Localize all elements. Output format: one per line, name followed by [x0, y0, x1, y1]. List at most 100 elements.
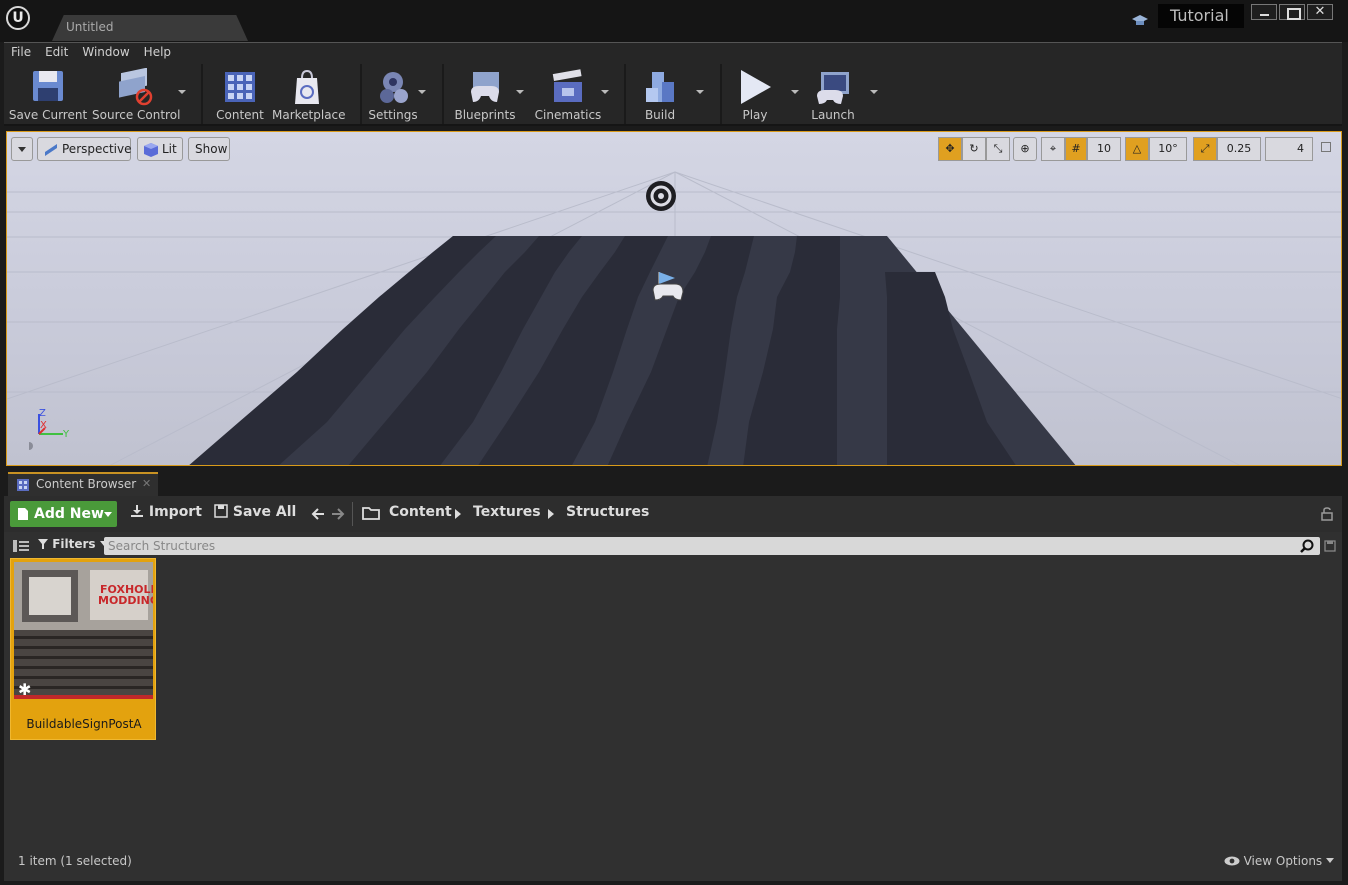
grid-snap-icon[interactable]: # [1065, 137, 1087, 161]
chevron-down-icon [104, 512, 112, 517]
new-file-icon [18, 508, 28, 520]
source-control-button[interactable]: Source Control [92, 66, 180, 124]
launch-label: Launch [811, 108, 855, 122]
settings-button[interactable]: Settings [368, 66, 418, 124]
minimize-button[interactable] [1251, 4, 1277, 20]
filters-label: Filters [52, 537, 96, 551]
item-count-status: 1 item (1 selected) [18, 854, 132, 868]
menu-file[interactable]: File [4, 43, 38, 62]
viewport-scene [7, 171, 1341, 465]
play-button[interactable]: Play [732, 66, 778, 124]
content-browser-panel: Add New Import Save All Content Textures… [4, 496, 1342, 881]
toolbar-separator [720, 64, 722, 124]
perspective-button[interactable]: Perspective [37, 137, 132, 161]
maximize-button[interactable] [1279, 4, 1305, 20]
save-current-button[interactable]: Save Current [8, 66, 88, 124]
settings-dropdown-icon[interactable] [418, 90, 426, 94]
content-grid-icon [225, 72, 255, 102]
source-control-icon [119, 68, 153, 106]
breadcrumb-structures[interactable]: Structures [566, 504, 649, 520]
toolbar-separator [624, 64, 626, 124]
marketplace-label: Marketplace [272, 108, 346, 122]
filter-funnel-icon [38, 539, 48, 549]
marketplace-button[interactable]: Marketplace [272, 66, 346, 124]
search-placeholder: Search Structures [108, 539, 216, 553]
play-icon [741, 70, 771, 104]
asset-name: BuildableSignPostA [26, 717, 142, 731]
camera-speed-value[interactable]: 4 [1265, 137, 1313, 161]
breadcrumb-separator-icon[interactable] [548, 509, 554, 519]
scale-snap-value[interactable]: 0.25 [1217, 137, 1261, 161]
launch-button[interactable]: Launch [808, 66, 858, 124]
save-all-button[interactable]: Save All [214, 504, 296, 520]
blueprints-dropdown-icon[interactable] [516, 90, 524, 94]
forward-arrow-icon[interactable] [330, 507, 346, 521]
chevron-down-icon [1326, 858, 1334, 863]
viewport-options-button[interactable] [11, 137, 33, 161]
settings-label: Settings [368, 108, 418, 122]
launch-dropdown-icon[interactable] [870, 90, 878, 94]
menu-bar: File Edit Window Help [4, 42, 1342, 62]
build-label: Build [644, 108, 676, 122]
source-control-dropdown-icon[interactable] [178, 90, 186, 94]
breadcrumb-textures[interactable]: Textures [473, 504, 541, 520]
search-icon[interactable] [1300, 539, 1314, 553]
menu-window[interactable]: Window [75, 43, 136, 62]
cinematics-button[interactable]: Cinematics [534, 66, 602, 124]
blueprints-button[interactable]: Blueprints [452, 66, 518, 124]
asset-thumbnail: FOXHOLE MODDING ✱ [14, 562, 153, 699]
content-button[interactable]: Content [212, 66, 268, 124]
content-browser-icon [17, 479, 29, 491]
add-new-button[interactable]: Add New [10, 501, 117, 527]
search-input[interactable]: Search Structures [104, 537, 1320, 555]
menu-help[interactable]: Help [137, 43, 178, 62]
lit-cube-icon [144, 143, 158, 157]
rotate-tool-icon[interactable]: ↻ [962, 137, 986, 161]
coordinate-space: ⊕ [1013, 137, 1037, 161]
unreal-logo-icon[interactable]: U [6, 6, 30, 30]
save-all-label: Save All [232, 504, 297, 520]
view-options-button[interactable]: View Options [1224, 854, 1334, 868]
breadcrumb-separator-icon[interactable] [455, 509, 461, 519]
breadcrumb-content[interactable]: Content [389, 504, 452, 520]
thumbnail-text-line-2: MODDING [98, 594, 153, 607]
close-button[interactable]: ✕ [1307, 4, 1333, 20]
sources-panel-icon[interactable] [12, 539, 30, 553]
rotation-snap-group: △ 10° [1125, 137, 1187, 161]
view-options-label: View Options [1243, 854, 1323, 868]
asset-tile[interactable]: FOXHOLE MODDING ✱ BuildableSignPostA [10, 558, 156, 740]
save-search-icon[interactable] [1324, 540, 1336, 552]
build-dropdown-icon[interactable] [696, 90, 704, 94]
level-viewport[interactable]: Perspective Lit Show ✥ ↻ ⤡ ⊕ ⌖ # 10 △ 10… [6, 131, 1342, 466]
scale-snap-icon[interactable]: ⤢ [1193, 137, 1217, 161]
surface-snap-icon[interactable]: ⌖ [1041, 137, 1065, 161]
scale-tool-icon[interactable]: ⤡ [986, 137, 1010, 161]
rotation-snap-value[interactable]: 10° [1149, 137, 1187, 161]
main-toolbar: Save Current Source Control Content Mark… [4, 62, 1342, 126]
axis-indicator: Z X Y [25, 404, 79, 464]
close-tab-icon[interactable]: ✕ [142, 477, 151, 490]
play-dropdown-icon[interactable] [791, 90, 799, 94]
maximize-viewport-icon[interactable] [1321, 142, 1331, 152]
lit-button[interactable]: Lit [137, 137, 183, 161]
build-button[interactable]: Build [636, 66, 684, 124]
save-icon [33, 71, 63, 101]
grid-snap-value[interactable]: 10 [1087, 137, 1121, 161]
search-row: Filters Search Structures [4, 536, 1342, 558]
tutorial-button[interactable]: Tutorial [1158, 4, 1244, 28]
import-button[interactable]: Import [130, 504, 202, 520]
translate-tool-icon[interactable]: ✥ [938, 137, 962, 161]
folder-icon[interactable] [362, 506, 380, 520]
menu-edit[interactable]: Edit [38, 43, 75, 62]
lock-icon[interactable] [1320, 507, 1334, 521]
filters-button[interactable]: Filters [38, 537, 108, 551]
back-arrow-icon[interactable] [310, 507, 326, 521]
show-button[interactable]: Show [188, 137, 230, 161]
add-new-label: Add New [34, 506, 104, 522]
cinematics-dropdown-icon[interactable] [601, 90, 609, 94]
blueprints-label: Blueprints [454, 108, 516, 122]
level-tab[interactable]: Untitled [52, 15, 248, 41]
content-browser-tab[interactable]: Content Browser ✕ [8, 472, 158, 496]
rotation-snap-icon[interactable]: △ [1125, 137, 1149, 161]
world-space-icon[interactable]: ⊕ [1013, 137, 1037, 161]
